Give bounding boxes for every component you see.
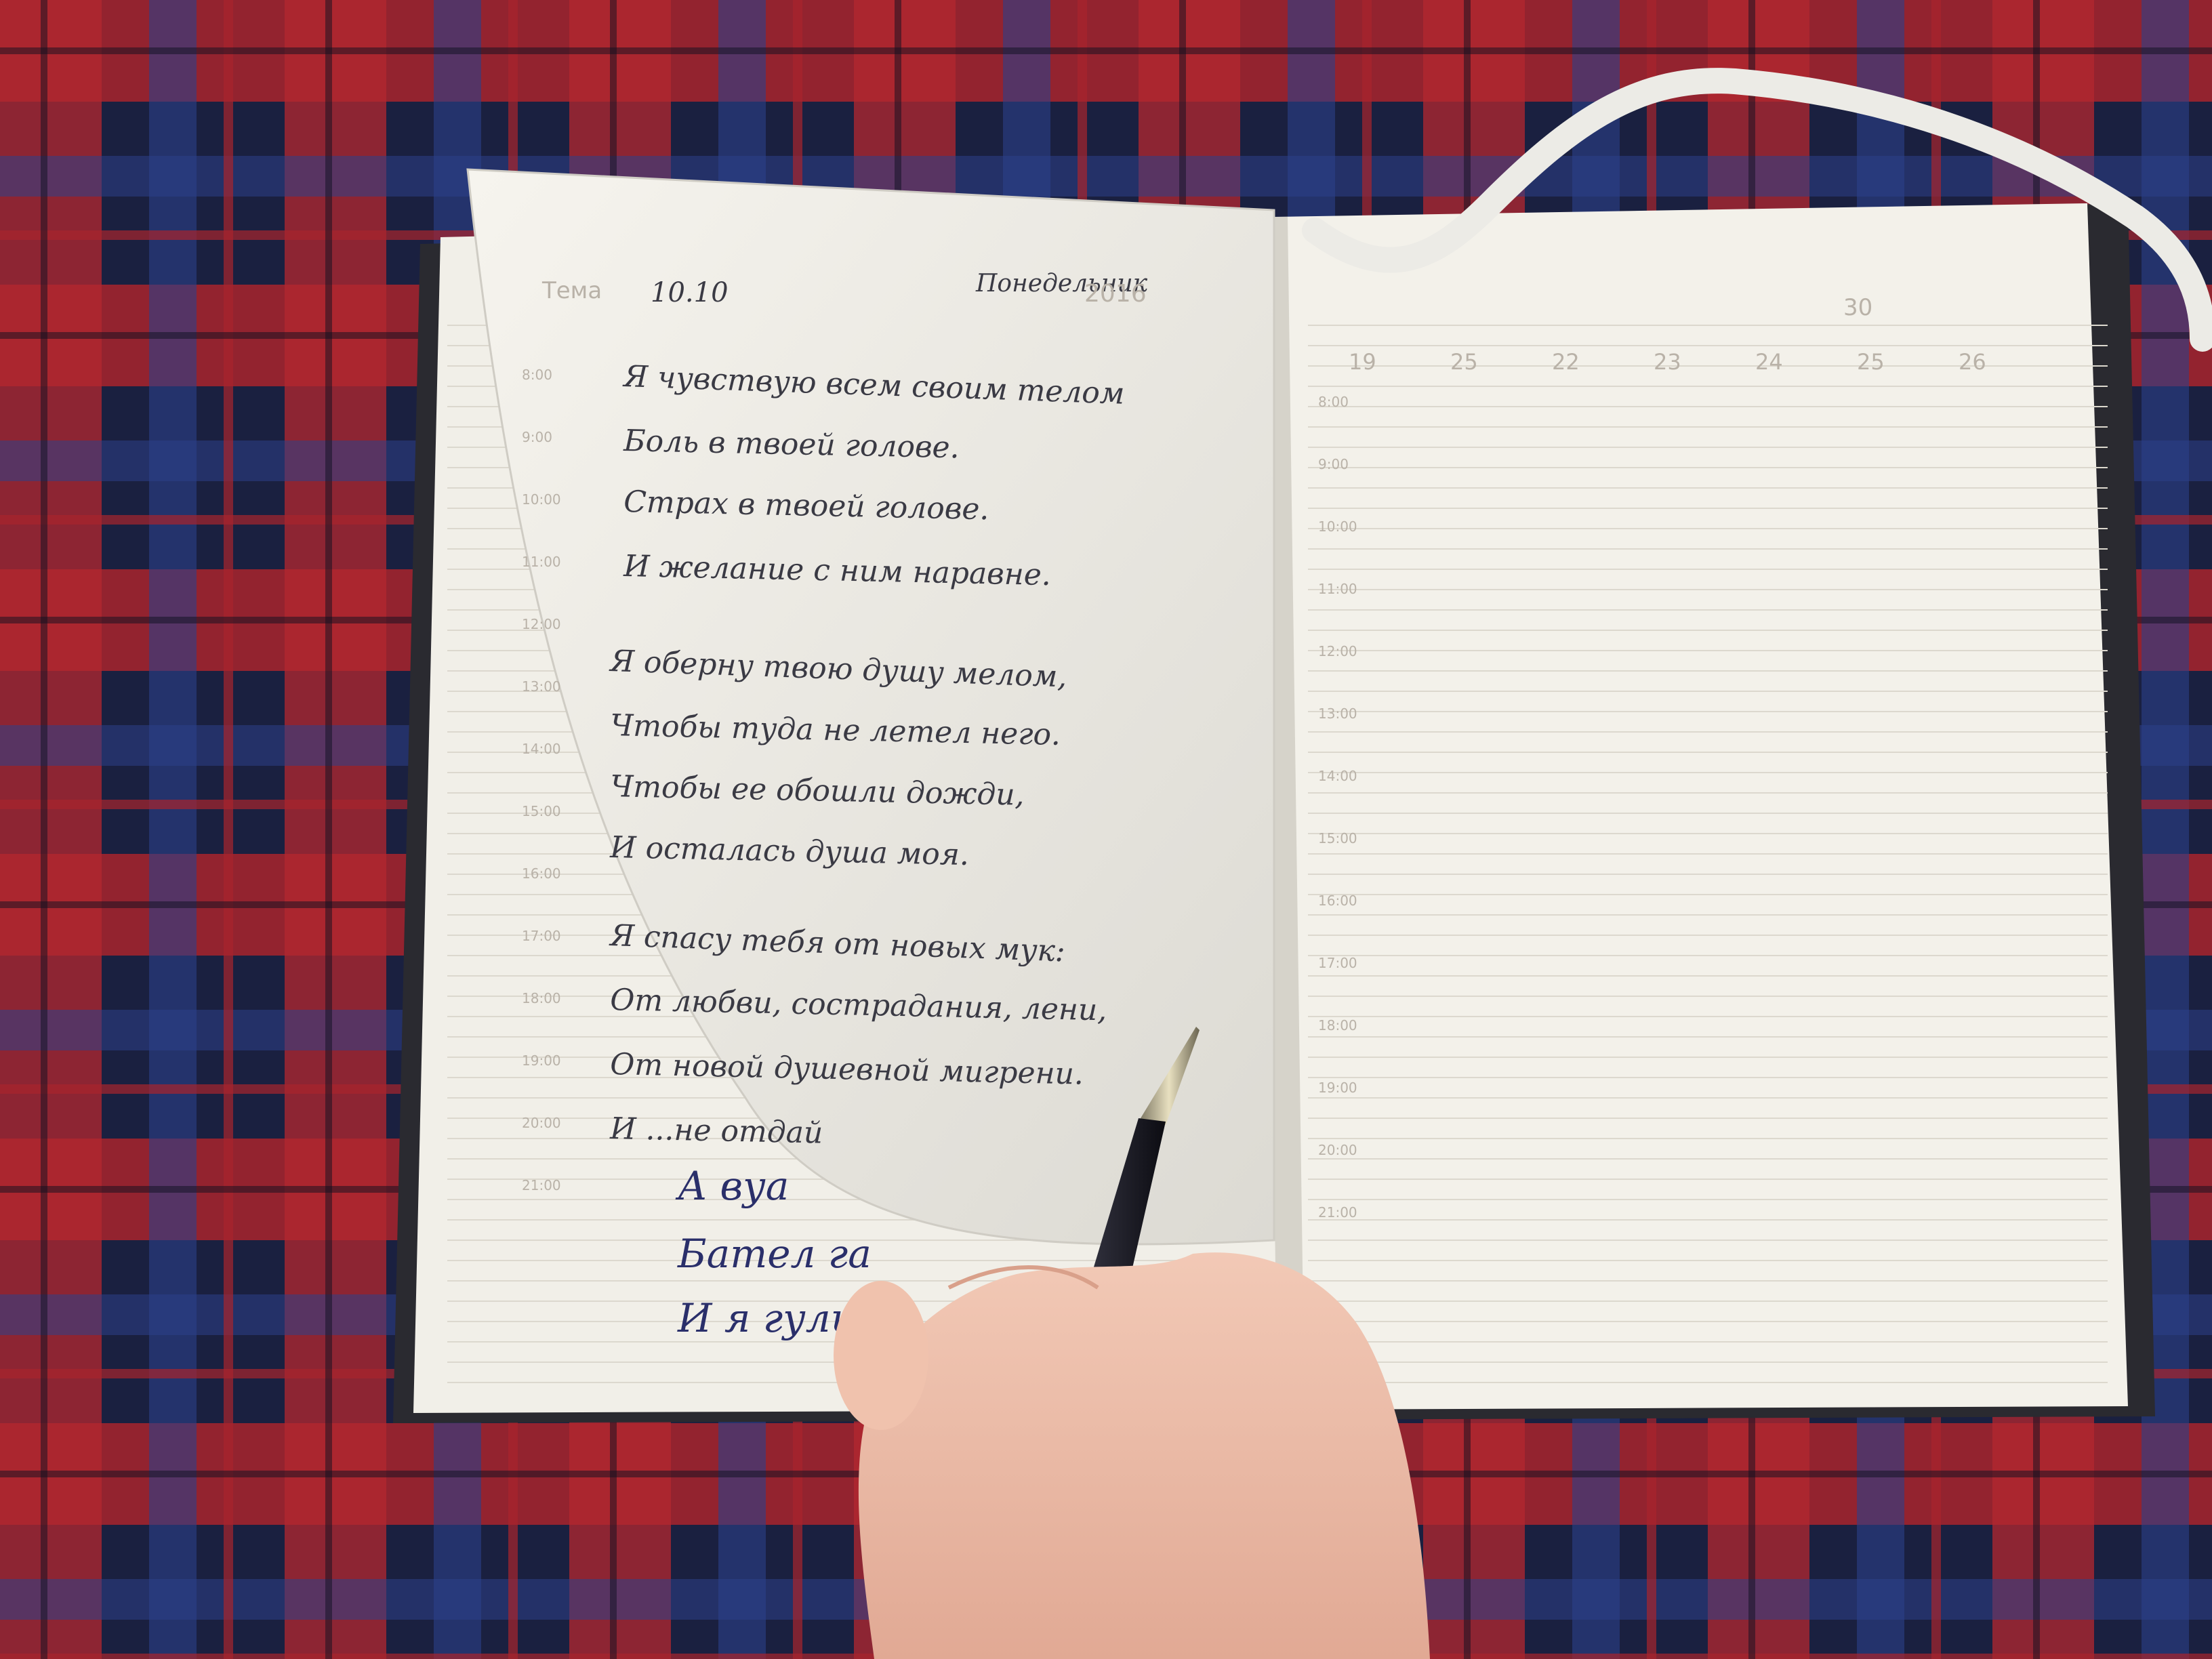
day-column-label: 25 [1450, 349, 1478, 375]
hour-label: 13:00 [1318, 705, 1357, 722]
hour-label: 8:00 [1318, 394, 1349, 410]
hour-label: 18:00 [522, 990, 561, 1006]
day-column-label: 26 [1959, 349, 1986, 375]
hour-label: 21:00 [522, 1177, 561, 1193]
hour-label: 13:00 [522, 678, 561, 695]
hour-label: 12:00 [522, 616, 561, 632]
hour-label: 11:00 [522, 554, 561, 570]
header-topic: Тема [541, 277, 602, 304]
hour-label: 19:00 [1318, 1080, 1357, 1096]
hour-label: 15:00 [522, 803, 561, 819]
hour-label: 14:00 [1318, 768, 1357, 784]
hour-label: 11:00 [1318, 581, 1357, 597]
hour-label: 15:00 [1318, 830, 1357, 846]
day-column-label: 22 [1552, 349, 1580, 375]
hour-label: 19:00 [522, 1052, 561, 1069]
under-line-3: И я гуль [677, 1295, 852, 1341]
poem-line: И ...не отдай [609, 1111, 823, 1151]
right-page [1274, 203, 2128, 1410]
hour-label: 20:00 [522, 1115, 561, 1131]
hand-thumb [834, 1281, 928, 1430]
day-column-label: 24 [1755, 349, 1783, 375]
hour-label: 9:00 [522, 429, 552, 445]
hour-label: 10:00 [522, 491, 561, 508]
hour-label: 16:00 [522, 865, 561, 882]
right-header-number: 30 [1843, 294, 1872, 321]
day-column-label: 19 [1349, 349, 1376, 375]
photo-scene: 30 19 25 22 23 24 25 26 8:00 9:00 10:00 11:00 12:0… [0, 0, 2212, 1659]
header-year: 2016 [1084, 280, 1147, 308]
hour-label: 17:00 [522, 928, 561, 944]
hour-label: 12:00 [1318, 643, 1357, 659]
hour-label: 8:00 [522, 367, 552, 383]
hour-label: 16:00 [1318, 893, 1357, 909]
hour-label: 17:00 [1318, 955, 1357, 971]
hour-label: 9:00 [1318, 456, 1349, 472]
day-column-label: 23 [1654, 349, 1681, 375]
day-column-label: 25 [1857, 349, 1885, 375]
under-line-1: А вуа [675, 1163, 789, 1209]
hour-label: 14:00 [522, 741, 561, 757]
header-date: 10.10 [651, 277, 729, 308]
hour-label: 20:00 [1318, 1142, 1357, 1158]
hour-label: 10:00 [1318, 518, 1357, 535]
hour-label: 21:00 [1318, 1204, 1357, 1221]
under-line-2: Бател га [677, 1231, 872, 1277]
poem-line: Боль в твоей голове. [623, 424, 960, 465]
hour-label: 18:00 [1318, 1017, 1357, 1033]
hand-palm [858, 1252, 1430, 1659]
